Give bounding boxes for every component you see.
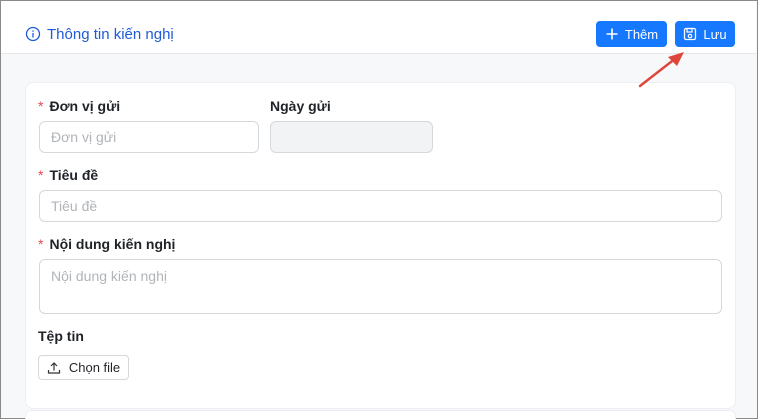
panel-title: Thông tin kiến nghị: [25, 24, 174, 44]
attachment-label: Tệp tin: [38, 326, 84, 346]
info-circle-icon: [25, 26, 41, 42]
content-label: * Nội dung kiến nghị: [38, 234, 175, 254]
add-button[interactable]: Thêm: [596, 21, 667, 47]
send-date-label-text: Ngày gửi: [270, 98, 331, 114]
required-marker: *: [38, 236, 44, 252]
subject-input[interactable]: [39, 190, 722, 222]
send-date-input: [270, 121, 433, 153]
sender-unit-label: * Đơn vị gửi: [38, 96, 120, 116]
save-button-label: Lưu: [703, 26, 727, 42]
sender-unit-label-text: Đơn vị gửi: [49, 98, 121, 114]
attachment-label-text: Tệp tin: [38, 328, 84, 344]
content-label-text: Nội dung kiến nghị: [49, 236, 176, 252]
panel-title-text: Thông tin kiến nghị: [47, 25, 174, 43]
add-button-label: Thêm: [624, 26, 659, 42]
next-card-edge: [25, 410, 736, 419]
required-marker: *: [38, 98, 44, 114]
sender-unit-input[interactable]: [39, 121, 259, 153]
subject-label-text: Tiêu đề: [49, 167, 99, 183]
save-button[interactable]: Lưu: [675, 21, 735, 47]
content-textarea[interactable]: [39, 259, 722, 314]
annotation-arrow-icon: [638, 52, 684, 88]
choose-file-label: Chọn file: [68, 360, 121, 375]
plus-icon: [606, 28, 618, 40]
send-date-label: Ngày gửi: [270, 96, 331, 116]
subject-label: * Tiêu đề: [38, 165, 98, 185]
choose-file-button[interactable]: Chọn file: [38, 355, 129, 380]
save-icon: [684, 27, 697, 41]
upload-icon: [47, 361, 60, 374]
required-marker: *: [38, 167, 44, 183]
